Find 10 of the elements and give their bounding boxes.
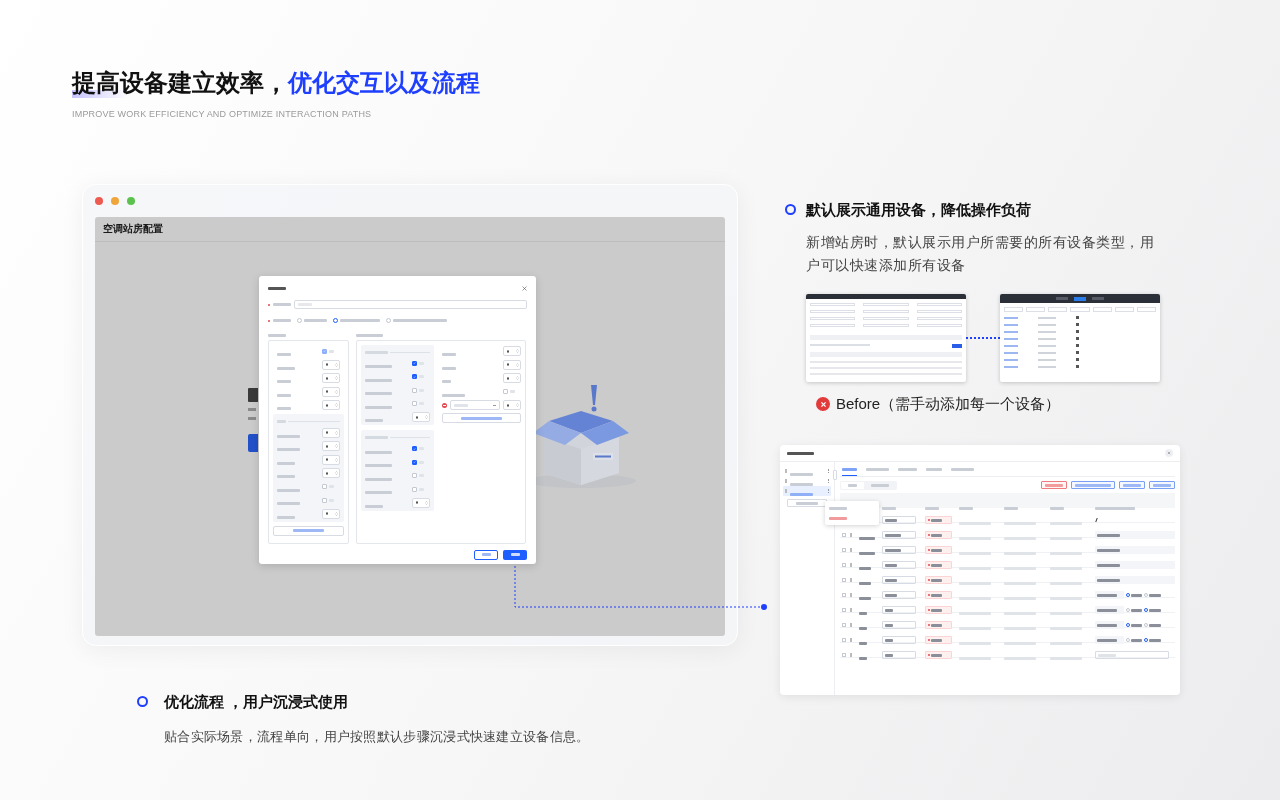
feature-heading: 默认展示通用设备，降低操作负荷 [806,199,1031,220]
feature-heading: 优化流程 ，用户沉浸式使用 [164,691,349,712]
dotted-connector [966,336,1000,340]
feature-text: 贴合实际场景，流程单向，用户按照默认步骤沉浸式快速建立设备信息。 [164,728,591,746]
page-title: 空调站房配置 [103,222,163,236]
before-label: Before（需手动添加每一个设备） [836,393,1061,414]
feature-text: 新增站房时，默认展示用户所需要的所有设备类型，用户可以快速添加所有设备 [806,233,1155,275]
slide-subtitle: IMPROVE WORK EFFICIENCY AND OPTIMIZE INTERACTION PATHS [72,108,373,121]
slide-title-highlight: 优化交互以及流程 [288,68,480,98]
error-icon [816,397,830,411]
